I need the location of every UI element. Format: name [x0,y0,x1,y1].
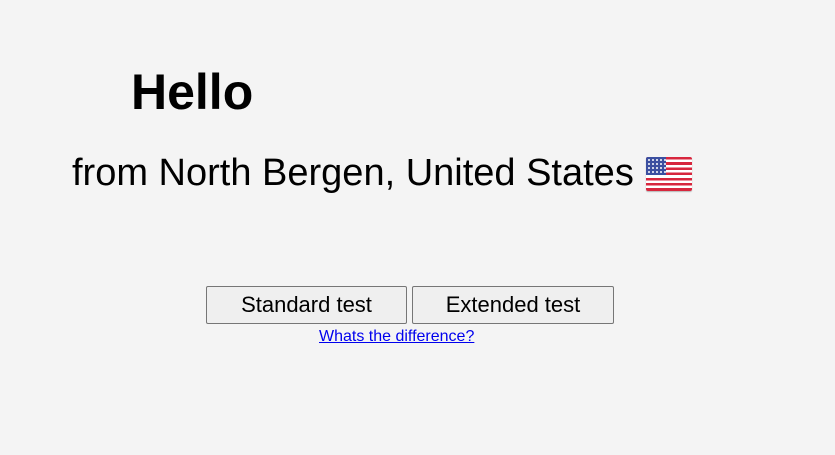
flag-canton [645,157,666,175]
greeting-title: Hello [131,64,254,120]
us-flag-icon [645,157,692,191]
page: Hello from North Bergen, United States S… [0,0,835,455]
extended-test-button[interactable]: Extended test [412,286,614,324]
standard-test-button[interactable]: Standard test [206,286,407,324]
location-line: from North Bergen, United States [72,150,692,196]
difference-link[interactable]: Whats the difference? [319,327,474,347]
test-button-group: Standard test Extended test [206,286,614,324]
location-text: from North Bergen, United States [72,152,634,194]
